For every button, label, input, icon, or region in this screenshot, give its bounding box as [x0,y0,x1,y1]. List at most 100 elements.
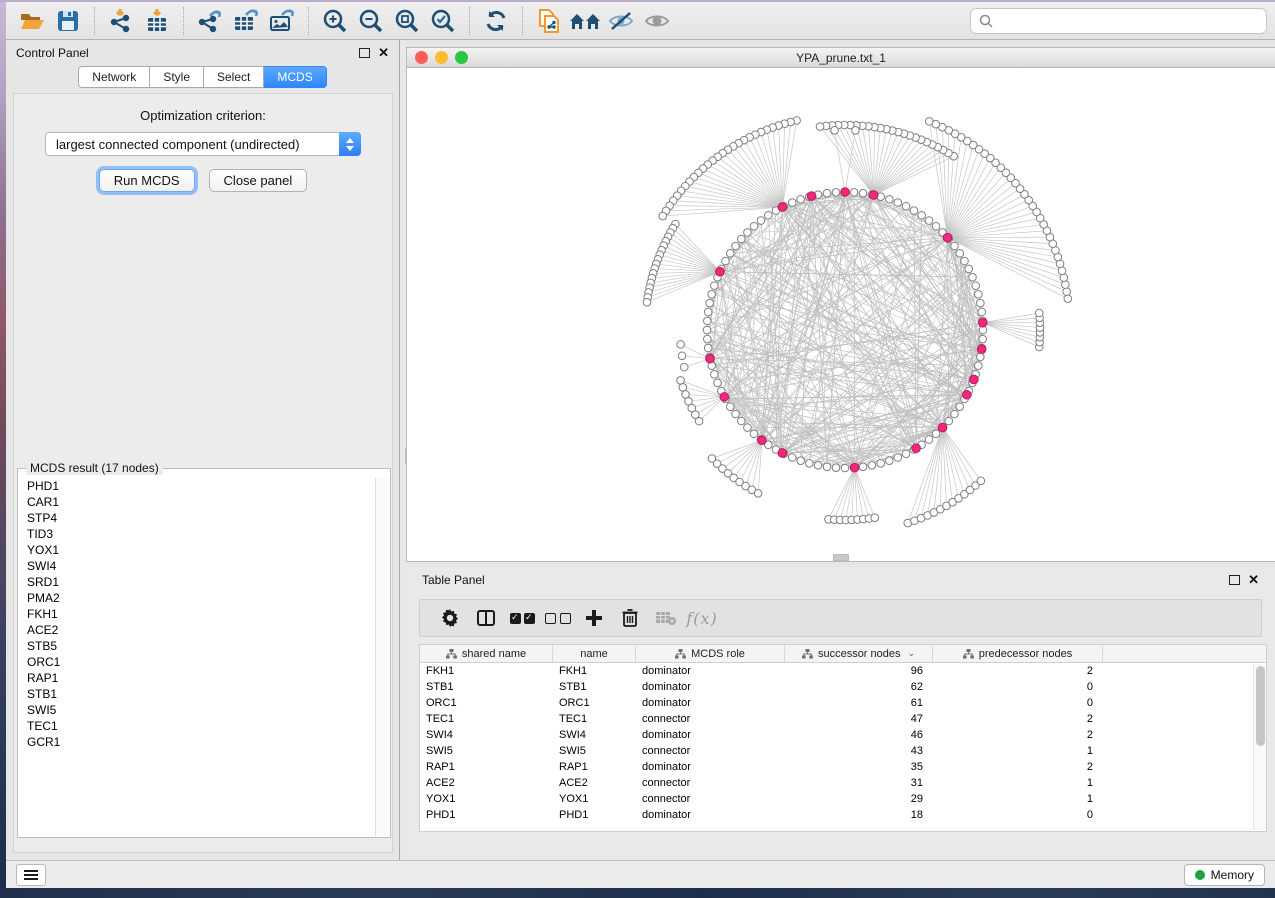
mcds-result-item[interactable]: PMA2 [19,590,375,606]
table-cell: PHD1 [420,809,553,821]
column-header-predecessor-nodes[interactable]: predecessor nodes [933,645,1103,662]
toolbar-separator [469,7,470,35]
column-header-name[interactable]: name [553,645,636,662]
table-cell: 43 [785,745,933,757]
mcds-list-scrollbar[interactable] [375,478,389,836]
mcds-result-item[interactable]: TEC1 [19,718,375,734]
toolbar-separator [183,7,184,35]
mcds-result-item[interactable]: CAR1 [19,494,375,510]
tab-select[interactable]: Select [204,66,264,88]
mcds-result-item[interactable]: ORC1 [19,654,375,670]
table-scrollbar[interactable] [1253,664,1266,830]
node-table[interactable]: shared namenameMCDS rolesuccessor nodes⌄… [419,644,1267,832]
select-all-columns-icon[interactable] [504,604,540,632]
export-network-icon[interactable] [192,6,228,36]
table-cell: 46 [785,729,933,741]
close-panel-icon[interactable]: ✕ [1248,575,1259,585]
table-options-gear-icon[interactable] [432,604,468,632]
tab-network[interactable]: Network [78,66,150,88]
import-network-icon[interactable] [103,6,139,36]
tab-mcds[interactable]: MCDS [264,66,326,88]
memory-button[interactable]: Memory [1184,864,1265,886]
float-panel-icon[interactable] [1229,575,1240,585]
network-splitter-grip[interactable] [833,554,849,561]
export-image-icon[interactable] [264,6,300,36]
table-row[interactable]: STB1STB1dominator620 [420,679,1266,695]
table-cell: TEC1 [553,713,636,725]
table-row[interactable]: TEC1TEC1connector472 [420,711,1266,727]
search-box[interactable] [970,8,1267,34]
network-window-titlebar[interactable]: YPA_prune.txt_1 [407,48,1275,68]
table-row[interactable]: RAP1RAP1dominator352 [420,759,1266,775]
zoom-in-icon[interactable] [317,6,353,36]
table-row[interactable]: FKH1FKH1dominator962 [420,663,1266,679]
mcds-result-item[interactable]: STB5 [19,638,375,654]
hide-selected-icon[interactable] [603,6,639,36]
criterion-dropdown[interactable]: largest connected component (undirected) [45,132,361,156]
column-header-MCDS-role[interactable]: MCDS role [636,645,785,662]
table-row[interactable]: ORC1ORC1dominator610 [420,695,1266,711]
tab-style[interactable]: Style [150,66,204,88]
table-cell: SWI4 [553,729,636,741]
table-row[interactable]: YOX1YOX1connector291 [420,791,1266,807]
zoom-fit-icon[interactable] [389,6,425,36]
export-table-icon[interactable] [228,6,264,36]
table-cell: RAP1 [553,761,636,773]
refresh-icon[interactable] [478,6,514,36]
table-row[interactable]: SWI4SWI4dominator462 [420,727,1266,743]
mcds-result-item[interactable]: YOX1 [19,542,375,558]
mcds-result-item[interactable]: SWI5 [19,702,375,718]
mcds-result-item[interactable]: ACE2 [19,622,375,638]
network-canvas[interactable] [407,68,1275,561]
float-panel-icon[interactable] [359,48,370,58]
delete-columns-icon[interactable] [612,604,648,632]
unselect-all-columns-icon[interactable] [540,604,576,632]
run-mcds-button[interactable]: Run MCDS [99,169,195,192]
zoom-out-icon[interactable] [353,6,389,36]
table-row[interactable]: PHD1PHD1dominator180 [420,807,1266,823]
table-cell: dominator [636,697,785,709]
mcds-result-item[interactable]: RAP1 [19,670,375,686]
show-columns-icon[interactable] [468,604,504,632]
copy-network-icon[interactable] [531,6,567,36]
table-cell: YOX1 [553,793,636,805]
mcds-result-item[interactable]: FKH1 [19,606,375,622]
desktop-edge-bottom [0,888,1275,898]
close-panel-icon[interactable]: ✕ [378,48,389,58]
mcds-result-item[interactable]: TID3 [19,526,375,542]
open-file-icon[interactable] [14,6,50,36]
mcds-result-item[interactable]: SRD1 [19,574,375,590]
import-table-icon[interactable] [139,6,175,36]
mcds-result-item[interactable]: STB1 [19,686,375,702]
mcds-result-item[interactable]: STP4 [19,510,375,526]
search-input[interactable] [999,14,1258,28]
task-history-button[interactable] [16,864,46,886]
mcds-result-list[interactable]: PHD1CAR1STP4TID3YOX1SWI4SRD1PMA2FKH1ACE2… [19,478,375,836]
table-row[interactable]: ACE2ACE2connector311 [420,775,1266,791]
table-scrollbar-thumb[interactable] [1256,666,1265,746]
table-cell: PHD1 [553,809,636,821]
function-builder-icon: f(x) [684,604,720,632]
close-panel-button[interactable]: Close panel [209,169,308,192]
save-session-icon[interactable] [50,6,86,36]
toolbar-separator [308,7,309,35]
dropdown-stepper-icon [339,132,361,156]
table-cell: 1 [933,793,1103,805]
mcds-result-item[interactable]: PHD1 [19,478,375,494]
zoom-selected-icon[interactable] [425,6,461,36]
network-graph[interactable] [407,68,1275,561]
table-cell: 29 [785,793,933,805]
first-neighbors-icon[interactable] [567,6,603,36]
table-cell: dominator [636,681,785,693]
table-cell: 62 [785,681,933,693]
table-cell: 0 [933,681,1103,693]
mcds-result-item[interactable]: SWI4 [19,558,375,574]
column-header-successor-nodes[interactable]: successor nodes⌄ [785,645,933,662]
show-all-icon[interactable] [639,6,675,36]
table-cell: 0 [933,809,1103,821]
column-header-shared-name[interactable]: shared name [420,645,553,662]
add-column-icon[interactable] [576,604,612,632]
table-cell: ORC1 [553,697,636,709]
table-row[interactable]: SWI5SWI5connector431 [420,743,1266,759]
mcds-result-item[interactable]: GCR1 [19,734,375,750]
